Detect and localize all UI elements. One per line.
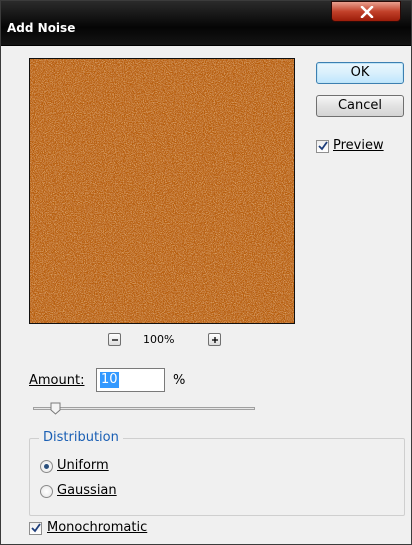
checkmark-icon xyxy=(318,141,328,151)
ok-button[interactable]: OK xyxy=(316,62,404,84)
cancel-button[interactable]: Cancel xyxy=(316,95,404,117)
zoom-in-button[interactable] xyxy=(208,333,221,346)
close-button[interactable] xyxy=(331,1,401,22)
zoom-out-button[interactable] xyxy=(108,333,121,346)
monochromatic-label[interactable]: Monochromatic xyxy=(47,520,147,535)
dialog-title: Add Noise xyxy=(7,21,76,35)
close-icon xyxy=(360,6,374,18)
zoom-level: 100% xyxy=(143,333,175,346)
preview-label[interactable]: Preview xyxy=(333,138,384,153)
amount-unit: % xyxy=(173,373,186,388)
radio-selected-dot xyxy=(44,464,49,469)
gaussian-label[interactable]: Gaussian xyxy=(57,483,117,498)
uniform-radio[interactable] xyxy=(40,460,53,473)
amount-slider-track[interactable] xyxy=(33,407,255,410)
amount-input[interactable]: 10 xyxy=(96,368,165,392)
gaussian-radio[interactable] xyxy=(40,485,53,498)
distribution-legend: Distribution xyxy=(39,430,123,445)
preview-checkbox[interactable] xyxy=(316,140,329,153)
amount-label: Amount: xyxy=(29,373,85,388)
amount-value: 10 xyxy=(100,372,119,388)
noise-texture xyxy=(30,59,294,323)
distribution-group xyxy=(29,438,405,516)
add-noise-dialog: Add Noise 100% OK Cancel Preview Amount:… xyxy=(0,0,412,545)
plus-icon xyxy=(212,337,218,343)
checkmark-icon xyxy=(31,523,41,533)
dialog-body: 100% OK Cancel Preview Amount: 10 % Dist… xyxy=(7,46,405,540)
noise-preview[interactable] xyxy=(29,58,295,324)
monochromatic-checkbox[interactable] xyxy=(29,522,42,535)
title-bar[interactable]: Add Noise xyxy=(1,1,411,46)
uniform-label[interactable]: Uniform xyxy=(57,458,109,473)
amount-slider-thumb[interactable] xyxy=(50,402,61,415)
minus-icon xyxy=(112,339,118,341)
